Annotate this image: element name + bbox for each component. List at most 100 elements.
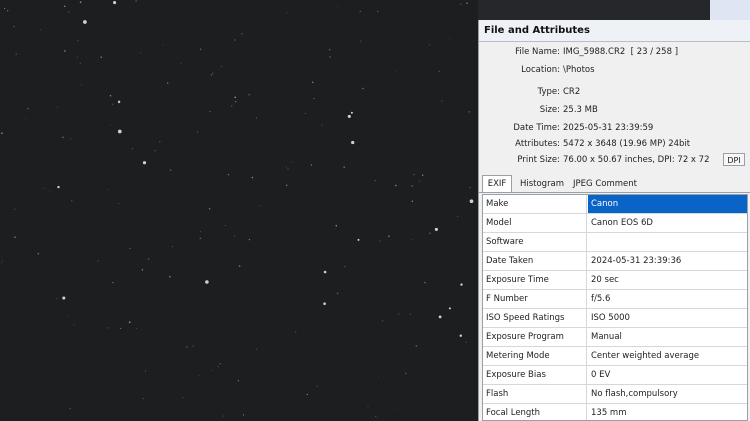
- tab-jpeg-comment[interactable]: JPEG Comment: [571, 176, 639, 192]
- star: [171, 246, 173, 247]
- location-value: \Photos: [563, 65, 595, 75]
- photo-viewer[interactable]: [0, 0, 478, 421]
- star: [68, 11, 70, 13]
- tab-exif[interactable]: EXIF: [482, 175, 512, 192]
- star: [107, 327, 109, 329]
- star: [209, 110, 211, 113]
- file-name-value: IMG_5988.CR2 [ 23 / 258 ]: [563, 44, 678, 60]
- star: [251, 176, 254, 179]
- star: [225, 225, 226, 226]
- star: [306, 393, 308, 396]
- star: [248, 93, 250, 96]
- star: [227, 173, 230, 176]
- star: [219, 363, 221, 365]
- star: [131, 148, 133, 150]
- star: [411, 200, 413, 202]
- star: [429, 44, 430, 46]
- star: [329, 49, 331, 51]
- star: [256, 117, 257, 119]
- star: [142, 398, 144, 400]
- exif-value: [588, 233, 747, 251]
- star: [367, 406, 369, 408]
- star: [329, 56, 331, 58]
- star: [56, 298, 58, 300]
- print-size-row: Print Size: 76.00 x 50.67 inches, DPI: 7…: [479, 152, 750, 168]
- star: [357, 238, 360, 241]
- star: [235, 101, 237, 103]
- star: [321, 124, 323, 126]
- star: [316, 385, 318, 387]
- star: [313, 98, 315, 100]
- star: [256, 348, 258, 350]
- exif-value: 0 EV: [591, 370, 611, 380]
- star: [362, 87, 364, 90]
- star: [113, 1, 117, 5]
- star: [222, 415, 224, 417]
- exif-row-date-taken[interactable]: Date Taken 2024-05-31 23:39:36: [483, 252, 747, 271]
- exif-key: Focal Length: [483, 404, 587, 420]
- exif-row-flash[interactable]: Flash No flash,compulsory: [483, 385, 747, 404]
- exif-row-iso[interactable]: ISO Speed Ratings ISO 5000: [483, 309, 747, 328]
- exif-key: ISO Speed Ratings: [483, 309, 587, 327]
- dpi-button[interactable]: DPI: [723, 153, 745, 166]
- exif-row-exposure-bias[interactable]: Exposure Bias 0 EV: [483, 366, 747, 385]
- star: [395, 71, 397, 73]
- exif-key: Flash: [483, 385, 587, 403]
- star: [210, 74, 213, 76]
- star: [64, 50, 66, 52]
- star: [231, 105, 233, 107]
- star: [347, 114, 351, 118]
- star: [448, 307, 451, 310]
- star: [418, 180, 420, 182]
- tab-histogram[interactable]: Histogram: [517, 176, 567, 192]
- star: [205, 280, 209, 284]
- star: [129, 248, 131, 250]
- star: [15, 53, 17, 56]
- star: [182, 396, 184, 398]
- star: [167, 82, 169, 84]
- star: [295, 331, 297, 333]
- star: [375, 415, 377, 417]
- attributes-value: 5472 x 3648 (19.96 MP) 24bit: [563, 139, 691, 149]
- star: [337, 6, 339, 8]
- star: [211, 370, 213, 372]
- exif-row-focal-length[interactable]: Focal Length 135 mm: [483, 404, 747, 420]
- type-value: CR2: [563, 87, 581, 97]
- star: [73, 324, 75, 326]
- star: [83, 20, 87, 24]
- exif-row-f-number[interactable]: F Number f/5.6: [483, 290, 747, 309]
- star: [469, 199, 474, 204]
- exif-row-software[interactable]: Software: [483, 233, 747, 252]
- star: [70, 138, 72, 140]
- exif-row-model[interactable]: Model Canon EOS 6D: [483, 214, 747, 233]
- exif-row-exposure-time[interactable]: Exposure Time 20 sec: [483, 271, 747, 290]
- exif-row-exposure-program[interactable]: Exposure Program Manual: [483, 328, 747, 347]
- star: [466, 2, 468, 4]
- exif-table[interactable]: Make Canon Model Canon EOS 6D Software D…: [482, 194, 748, 421]
- datetime-value: 2025-05-31 23:39:59: [563, 123, 654, 133]
- file-name-row: File Name: IMG_5988.CR2 [ 23 / 258 ]: [479, 44, 750, 60]
- star: [44, 188, 45, 189]
- star: [411, 185, 413, 187]
- star: [381, 320, 384, 322]
- datetime-row: Date Time: 2025-05-31 23:39:59: [479, 120, 750, 136]
- exif-key: Metering Mode: [483, 347, 587, 365]
- print-size-label: Print Size:: [517, 155, 560, 165]
- exif-row-metering-mode[interactable]: Metering Mode Center weighted average: [483, 347, 747, 366]
- photo-top-strip: [478, 0, 710, 20]
- star: [374, 179, 376, 182]
- star: [234, 39, 236, 41]
- star: [199, 237, 202, 240]
- star: [77, 40, 79, 42]
- star: [112, 281, 114, 284]
- star: [135, 0, 137, 2]
- attributes-row: Attributes: 5472 x 3648 (19.96 MP) 24bit: [479, 136, 750, 152]
- star: [180, 62, 182, 64]
- star: [199, 48, 202, 50]
- star: [25, 117, 27, 119]
- star: [217, 365, 219, 368]
- star: [220, 66, 222, 68]
- star: [360, 40, 362, 42]
- star: [286, 184, 288, 186]
- exif-row-make[interactable]: Make Canon: [483, 195, 747, 214]
